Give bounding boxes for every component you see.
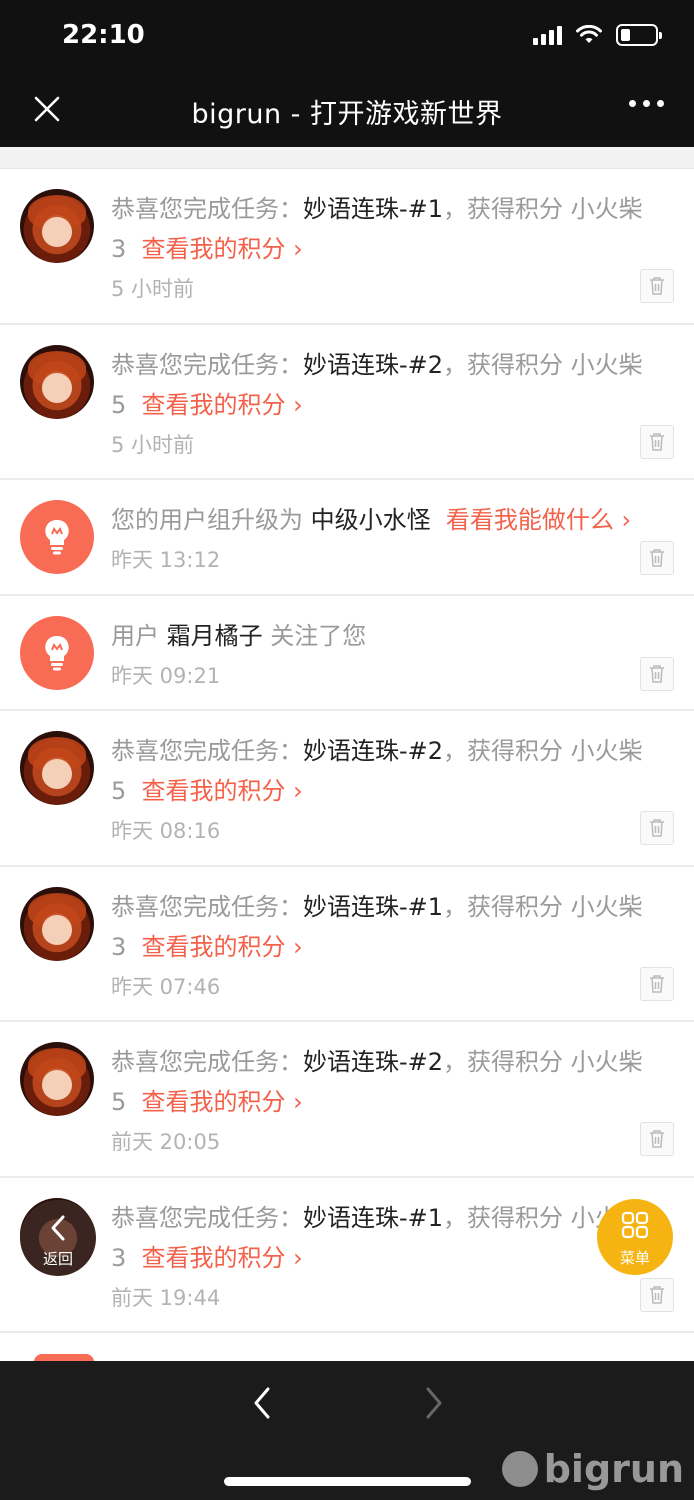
- trash-icon: [650, 277, 664, 295]
- timestamp: 昨天 09:21: [111, 663, 221, 688]
- view-points-link[interactable]: 查看我的积分 ›: [142, 777, 303, 805]
- points-value: 5: [111, 1088, 127, 1116]
- task-name: 妙语连珠-#1: [303, 1203, 444, 1232]
- timestamp: 5 小时前: [111, 432, 195, 457]
- view-points-link[interactable]: 查看我的积分 ›: [142, 933, 303, 961]
- top-bar: 22:10 bigrun - 打开游戏新世界: [0, 0, 694, 147]
- username[interactable]: 霜月橘子: [167, 622, 263, 650]
- points-value: 3: [111, 235, 127, 263]
- page-title: bigrun - 打开游戏新世界: [191, 99, 503, 130]
- menu-label: 菜单: [619, 1249, 650, 1267]
- timestamp: 前天 19:44: [111, 1285, 221, 1310]
- list-item[interactable]: 恭喜您完成任务：妙语连珠-#1，获得积分 小火柴 3 查看我的积分 › 前天 1…: [0, 1177, 694, 1333]
- points-value: 5: [111, 390, 127, 419]
- list-item[interactable]: 恭喜您完成任务：妙语连珠-#2，获得积分 小火柴 5 查看我的积分 › 昨天 0…: [0, 711, 694, 867]
- notification-text: 恭喜您完成任务：妙语连珠-#2，获得积分 小火柴 5 查看我的积分 ›: [111, 1048, 643, 1116]
- user-avatar[interactable]: [20, 886, 94, 961]
- bulb-icon: [45, 519, 69, 555]
- watermark-logo: bigrun: [501, 1447, 684, 1491]
- user-avatar[interactable]: [20, 731, 94, 805]
- timestamp: 昨天 08:16: [111, 819, 221, 843]
- task-name: 妙语连珠-#1: [303, 892, 444, 921]
- trash-icon: [650, 1130, 664, 1148]
- user-group: 中级小水怪: [310, 506, 431, 534]
- task-name: 妙语连珠-#2: [303, 350, 444, 379]
- notification-text: 您的用户组升级为 中级小水怪 看看我能做什么 ›: [111, 506, 632, 534]
- view-points-link[interactable]: 查看我的积分 ›: [142, 391, 303, 419]
- delete-button[interactable]: [640, 1122, 674, 1156]
- wifi-icon: [576, 25, 602, 43]
- list-item[interactable]: 恭喜您完成任务：妙语连珠-#2，获得积分 小火柴 5 查看我的积分 › 前天 2…: [0, 1022, 694, 1178]
- user-avatar[interactable]: [20, 189, 94, 263]
- notification-list: 恭喜您完成任务：妙语连珠-#1，获得积分 小火柴 3 查看我的积分 › 5 小时…: [0, 169, 694, 1333]
- task-name: 妙语连珠-#2: [303, 1048, 444, 1076]
- bulb-avatar: [20, 500, 94, 574]
- points-value: 3: [111, 1243, 127, 1272]
- trash-icon: [650, 819, 664, 837]
- delete-button[interactable]: [640, 656, 674, 691]
- trash-icon: [650, 664, 664, 683]
- back-label: 返回: [42, 1250, 73, 1268]
- back-button[interactable]: 返回: [20, 1200, 96, 1276]
- battery-icon: [616, 24, 662, 46]
- back-arrow-icon[interactable]: [248, 1383, 278, 1423]
- timestamp: 前天 20:05: [111, 1130, 221, 1154]
- what-can-i-do-link[interactable]: 看看我能做什么 ›: [446, 506, 631, 534]
- view-points-link[interactable]: 查看我的积分 ›: [142, 1088, 303, 1116]
- trash-icon: [650, 432, 664, 451]
- bulb-avatar: [20, 615, 94, 690]
- browser-bottom-bar: bigrun: [0, 1361, 694, 1500]
- delete-button[interactable]: [640, 424, 674, 459]
- delete-button[interactable]: [640, 811, 674, 845]
- points-value: 5: [111, 777, 127, 805]
- trash-icon: [650, 549, 664, 567]
- timestamp: 昨天 07:46: [111, 974, 221, 999]
- chevron-left-icon: [51, 1215, 65, 1241]
- list-item[interactable]: 您的用户组升级为 中级小水怪 看看我能做什么 › 昨天 13:12: [0, 480, 694, 596]
- user-avatar[interactable]: [20, 1042, 94, 1116]
- delete-button[interactable]: [640, 269, 674, 303]
- menu-button[interactable]: 菜单: [597, 1199, 673, 1275]
- trash-icon: [650, 974, 664, 993]
- bulb-icon: [45, 635, 69, 670]
- more-icon[interactable]: [629, 100, 664, 107]
- notification-text: 恭喜您完成任务：妙语连珠-#1，获得积分 小火柴 3 查看我的积分 ›: [111, 195, 643, 263]
- view-points-link[interactable]: 查看我的积分 ›: [142, 1244, 303, 1272]
- status-icons: [533, 24, 662, 46]
- timestamp: 昨天 13:12: [111, 548, 221, 572]
- points-value: 3: [111, 932, 127, 961]
- view-points-link[interactable]: 查看我的积分 ›: [142, 235, 303, 263]
- home-indicator[interactable]: [224, 1477, 471, 1486]
- grid-icon: [621, 1211, 649, 1239]
- delete-button[interactable]: [640, 966, 674, 1001]
- task-name: 妙语连珠-#1: [303, 195, 444, 223]
- notification-text: 恭喜您完成任务：妙语连珠-#1，获得积分 小火柴 3 查看我的积分 ›: [111, 1203, 643, 1272]
- notification-text: 恭喜您完成任务：妙语连珠-#2，获得积分 小火柴 5 查看我的积分 ›: [111, 737, 643, 805]
- status-time: 22:10: [62, 20, 145, 50]
- delete-button[interactable]: [640, 541, 674, 575]
- notification-text: 恭喜您完成任务：妙语连珠-#2，获得积分 小火柴 5 查看我的积分 ›: [111, 350, 643, 419]
- notification-text: 用户 霜月橘子 关注了您: [111, 621, 367, 650]
- list-item[interactable]: 恭喜您完成任务：妙语连珠-#2，获得积分 小火柴 5 查看我的积分 › 5 小时…: [0, 324, 694, 480]
- delete-button[interactable]: [640, 1277, 674, 1312]
- task-name: 妙语连珠-#2: [303, 737, 444, 765]
- list-item[interactable]: 用户 霜月橘子 关注了您 昨天 09:21: [0, 595, 694, 711]
- notification-text: 恭喜您完成任务：妙语连珠-#1，获得积分 小火柴 3 查看我的积分 ›: [111, 892, 643, 961]
- list-item[interactable]: 恭喜您完成任务：妙语连珠-#1，获得积分 小火柴 3 查看我的积分 › 5 小时…: [0, 169, 694, 325]
- trash-icon: [650, 1285, 664, 1304]
- forward-arrow-icon[interactable]: [418, 1383, 448, 1423]
- signal-icon: [533, 25, 562, 45]
- list-item[interactable]: 恭喜您完成任务：妙语连珠-#1，获得积分 小火柴 3 查看我的积分 › 昨天 0…: [0, 866, 694, 1022]
- timestamp: 5 小时前: [111, 277, 195, 301]
- user-avatar[interactable]: [20, 344, 94, 419]
- header-divider: [0, 147, 694, 169]
